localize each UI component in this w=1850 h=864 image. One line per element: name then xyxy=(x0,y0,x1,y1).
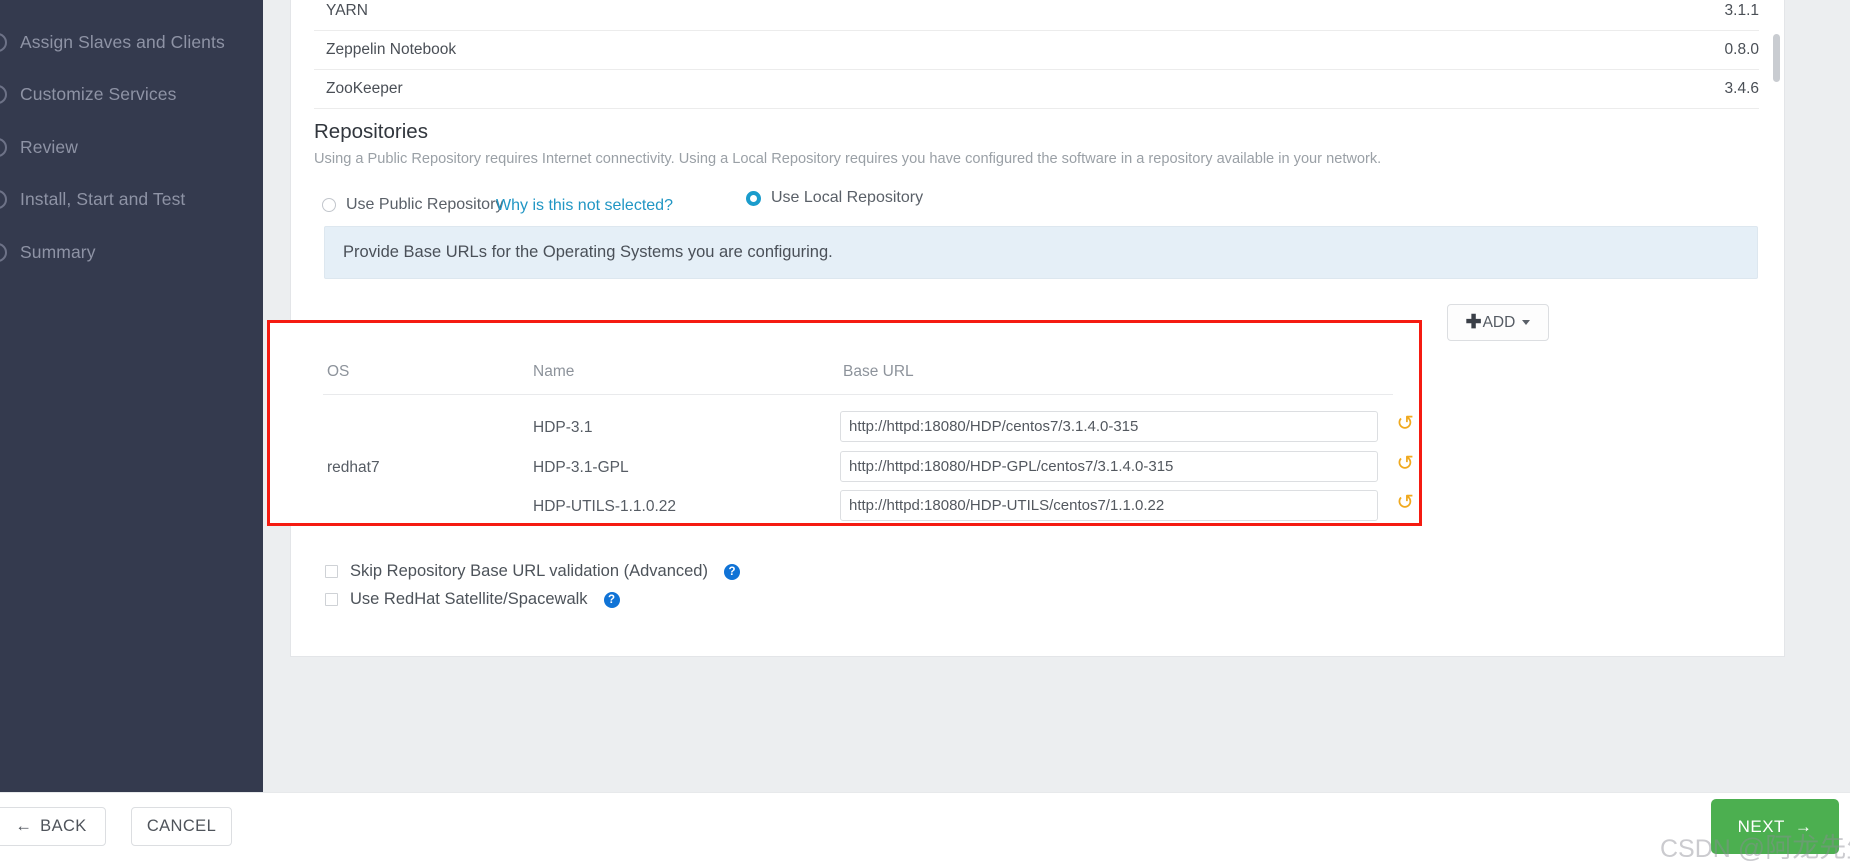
help-icon[interactable]: ? xyxy=(723,563,740,580)
next-button[interactable]: NEXT → xyxy=(1711,799,1839,854)
step-bullet-icon xyxy=(0,189,7,209)
add-button-label: ADD xyxy=(1482,313,1516,331)
radio-use-local-repository[interactable]: Use Local Repository xyxy=(746,189,923,207)
add-repository-button[interactable]: ✚ ADD xyxy=(1447,304,1549,341)
next-button-label: NEXT xyxy=(1737,816,1785,836)
column-header-name: Name xyxy=(533,363,575,380)
reset-url-icon[interactable]: ↻ xyxy=(1392,451,1414,477)
ambari-install-wizard-screen: Assign Slaves and Clients Customize Serv… xyxy=(0,0,1850,864)
sidebar-item-label: Assign Slaves and Clients xyxy=(20,31,225,52)
versions-table-scrollbar-thumb[interactable] xyxy=(1773,34,1780,82)
info-banner-text: Provide Base URLs for the Operating Syst… xyxy=(343,243,833,261)
repo-name-cell: HDP-3.1-GPL xyxy=(533,459,629,476)
cancel-button-label: CANCEL xyxy=(146,817,217,835)
reset-url-icon[interactable]: ↻ xyxy=(1392,490,1414,516)
checkbox-icon[interactable] xyxy=(325,593,338,606)
step-bullet-icon xyxy=(0,137,7,157)
reset-url-icon[interactable]: ↻ xyxy=(1392,411,1414,437)
column-header-base-url: Base URL xyxy=(843,363,914,380)
service-name-cell: ZooKeeper xyxy=(314,69,1295,109)
arrow-right-icon: → xyxy=(1794,816,1813,836)
service-version-cell: 0.8.0 xyxy=(1294,30,1759,70)
sidebar-item-label: Install, Start and Test xyxy=(20,188,186,209)
why-not-selected-link[interactable]: Why is this not selected? xyxy=(496,197,673,215)
service-name-cell: YARN xyxy=(314,0,1295,31)
radio-selected-icon xyxy=(746,190,761,206)
service-versions-table: YARN 3.1.1 Zeppelin Notebook 0.8.0 ZooKe… xyxy=(314,0,1759,109)
service-version-cell: 3.1.1 xyxy=(1294,0,1759,31)
table-row: redhat7 HDP-3.1-GPL ↻ xyxy=(315,449,1414,489)
sidebar-item-customize-services[interactable]: Customize Services xyxy=(0,74,262,114)
info-banner: Provide Base URLs for the Operating Syst… xyxy=(324,226,1758,279)
sidebar-item-assign-slaves-and-clients[interactable]: Assign Slaves and Clients xyxy=(0,22,262,62)
sidebar-item-review[interactable]: Review xyxy=(0,127,262,167)
step-bullet-icon xyxy=(0,32,7,52)
page-title: Repositories xyxy=(314,120,428,143)
column-header-os: OS xyxy=(327,363,350,380)
sidebar-item-label: Customize Services xyxy=(20,83,177,104)
wizard-footer: ← BACK CANCEL NEXT → xyxy=(0,792,1850,864)
table-row: Zeppelin Notebook 0.8.0 xyxy=(314,30,1759,70)
checkbox-use-redhat-satellite[interactable]: Use RedHat Satellite/Spacewalk ? xyxy=(325,590,620,609)
step-bullet-icon xyxy=(0,84,7,104)
repositories-description: Using a Public Repository requires Inter… xyxy=(314,151,1382,167)
radio-label-local: Use Local Repository xyxy=(771,189,924,206)
checkbox-icon[interactable] xyxy=(325,565,338,578)
help-icon[interactable]: ? xyxy=(603,591,620,608)
table-row: YARN 3.1.1 xyxy=(314,0,1759,31)
table-header-divider xyxy=(323,394,1393,395)
repo-name-cell: HDP-3.1 xyxy=(533,419,593,436)
cancel-button[interactable]: CANCEL xyxy=(131,807,232,846)
wizard-panel: YARN 3.1.1 Zeppelin Notebook 0.8.0 ZooKe… xyxy=(267,0,1785,657)
back-button-label: BACK xyxy=(40,817,87,835)
plus-icon: ✚ xyxy=(1465,312,1482,333)
table-row: HDP-3.1 ↻ xyxy=(315,409,1414,449)
step-bullet-icon xyxy=(0,242,7,262)
table-row: HDP-UTILS-1.1.0.22 ↻ xyxy=(315,488,1414,528)
checkbox-skip-repository-validation[interactable]: Skip Repository Base URL validation (Adv… xyxy=(325,562,740,581)
service-name-cell: Zeppelin Notebook xyxy=(314,30,1295,70)
checkbox-label: Skip Repository Base URL validation (Adv… xyxy=(350,562,708,580)
service-version-cell: 3.4.6 xyxy=(1294,69,1759,109)
radio-label-public: Use Public Repository xyxy=(346,196,504,213)
sidebar-item-summary[interactable]: Summary xyxy=(0,232,262,272)
sidebar-item-install-start-and-test[interactable]: Install, Start and Test xyxy=(0,179,262,219)
wizard-sidebar: Assign Slaves and Clients Customize Serv… xyxy=(0,0,263,792)
base-url-input[interactable] xyxy=(840,451,1378,482)
table-row: ZooKeeper 3.4.6 xyxy=(314,69,1759,109)
arrow-left-icon: ← xyxy=(15,817,33,835)
main-content-area: YARN 3.1.1 Zeppelin Notebook 0.8.0 ZooKe… xyxy=(263,0,1850,792)
chevron-down-icon xyxy=(1522,320,1531,325)
sidebar-item-label: Summary xyxy=(20,241,96,262)
back-button[interactable]: ← BACK xyxy=(0,807,106,846)
radio-unselected-icon xyxy=(322,198,336,212)
radio-use-public-repository[interactable]: Use Public Repository xyxy=(322,196,503,214)
repo-os-cell: redhat7 xyxy=(327,459,380,476)
base-url-input[interactable] xyxy=(840,411,1378,442)
repository-table-highlight: OS Name Base URL HDP-3.1 ↻ redhat7 HDP-3… xyxy=(267,320,1422,526)
repo-name-cell: HDP-UTILS-1.1.0.22 xyxy=(533,498,676,515)
base-url-input[interactable] xyxy=(840,490,1378,521)
sidebar-item-label: Review xyxy=(20,136,78,157)
checkbox-label: Use RedHat Satellite/Spacewalk xyxy=(350,590,588,608)
